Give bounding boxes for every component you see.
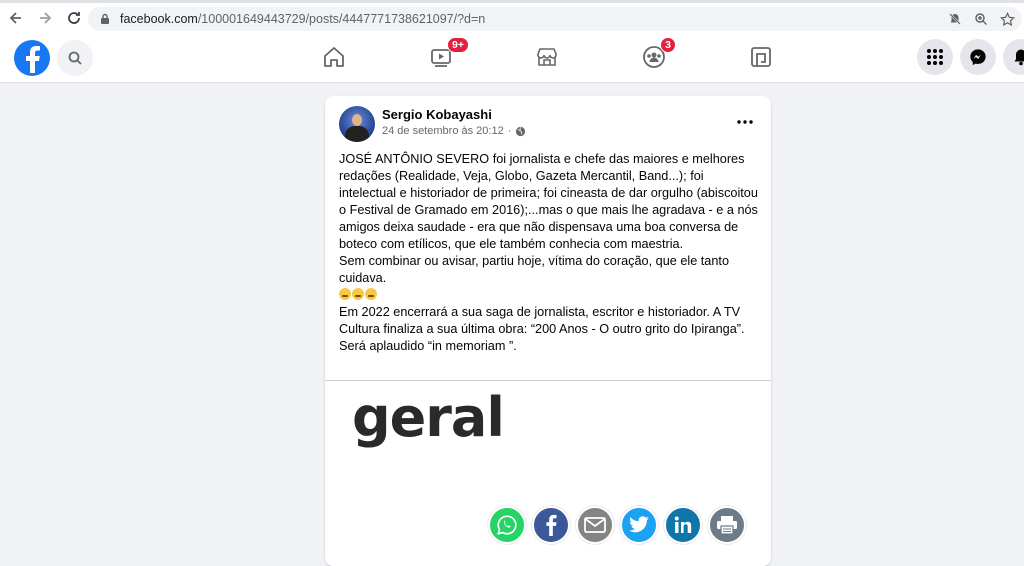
back-button[interactable] xyxy=(3,5,29,31)
forward-button[interactable] xyxy=(32,5,58,31)
post-body: JOSÉ ANTÔNIO SEVERO foi jornalista e che… xyxy=(339,151,759,355)
search-button[interactable] xyxy=(57,40,93,76)
browser-toolbar: facebook.com/100001649443729/posts/44477… xyxy=(0,0,1024,33)
facebook-logo-icon[interactable] xyxy=(14,40,50,76)
forward-arrow-icon xyxy=(40,12,52,24)
facebook-f-icon xyxy=(546,514,557,536)
reload-button[interactable] xyxy=(61,5,87,31)
facebook-share-button[interactable] xyxy=(532,506,570,544)
linkedin-icon xyxy=(674,516,692,533)
crying-face-emoji-icon xyxy=(339,288,351,300)
messenger-button[interactable] xyxy=(960,39,996,75)
url-text: facebook.com/100001649443729/posts/44477… xyxy=(120,12,485,26)
url-host: facebook.com xyxy=(120,12,198,26)
facebook-top-nav: 9+ 3 xyxy=(0,33,1024,83)
post-paragraph-3: Em 2022 encerrará a sua saga de jornalis… xyxy=(339,305,745,353)
post-author[interactable]: Sergio Kobayashi xyxy=(382,107,492,122)
whatsapp-share-button[interactable] xyxy=(488,506,526,544)
home-nav-tab[interactable] xyxy=(320,43,348,71)
whatsapp-icon xyxy=(497,515,517,535)
twitter-share-button[interactable] xyxy=(620,506,658,544)
menu-button[interactable] xyxy=(917,39,953,75)
share-buttons xyxy=(488,506,746,544)
post-options-button[interactable] xyxy=(733,112,757,132)
globe-icon xyxy=(516,126,526,136)
email-share-button[interactable] xyxy=(576,506,614,544)
crying-face-emoji-icon xyxy=(365,288,377,300)
lock-icon xyxy=(98,12,112,26)
marketplace-nav-tab[interactable] xyxy=(533,43,561,71)
bell-icon xyxy=(1014,49,1024,66)
messenger-icon xyxy=(970,49,986,66)
watch-badge: 9+ xyxy=(447,37,469,53)
marketplace-store-icon xyxy=(537,48,557,66)
preview-logo-text: geral xyxy=(352,386,505,449)
gaming-icon xyxy=(751,47,771,67)
post-paragraph-2: Sem combinar ou avisar, partiu hoje, vít… xyxy=(339,254,730,285)
post-timestamp[interactable]: 24 de setembro às 20:12 xyxy=(382,125,504,137)
url-path: /100001649443729/posts/4447771738621097/… xyxy=(197,12,486,26)
search-icon xyxy=(68,51,82,65)
post-paragraph-1: JOSÉ ANTÔNIO SEVERO foi jornalista e che… xyxy=(339,152,758,251)
post-meta: 24 de setembro às 20:12 · xyxy=(382,125,526,137)
more-dots-icon xyxy=(737,120,753,124)
notifications-blocked-icon[interactable] xyxy=(946,10,964,28)
dot-separator: · xyxy=(507,125,512,137)
crying-face-emoji-icon xyxy=(352,288,364,300)
post-card: Sergio Kobayashi 24 de setembro às 20:12… xyxy=(325,96,771,566)
author-avatar[interactable] xyxy=(339,106,375,142)
printer-icon xyxy=(717,516,737,535)
bookmark-star-icon[interactable] xyxy=(998,10,1016,28)
crying-emoji-row xyxy=(339,287,759,304)
linkedin-share-button[interactable] xyxy=(664,506,702,544)
groups-badge: 3 xyxy=(660,37,676,53)
back-arrow-icon xyxy=(9,12,21,24)
envelope-icon xyxy=(584,517,606,533)
reload-icon xyxy=(68,12,80,24)
print-share-button[interactable] xyxy=(708,506,746,544)
apps-grid-icon xyxy=(927,49,943,65)
gaming-nav-tab[interactable] xyxy=(747,43,775,71)
notifications-button[interactable] xyxy=(1003,39,1024,75)
twitter-bird-icon xyxy=(629,516,649,533)
link-preview[interactable]: geral xyxy=(325,381,771,566)
address-bar[interactable]: facebook.com/100001649443729/posts/44477… xyxy=(88,7,1022,31)
home-icon xyxy=(324,47,344,67)
zoom-icon[interactable] xyxy=(972,10,990,28)
